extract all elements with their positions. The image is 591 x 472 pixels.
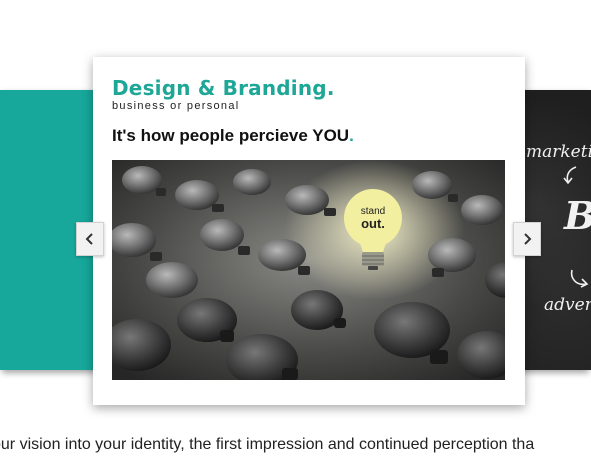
chalk-text-advert: advert [544,295,591,315]
tagline-text: It's how people percieve YOU [112,126,350,145]
slider-next-button[interactable] [513,222,541,256]
chalk-text-marketing: marketing [526,142,591,162]
chalk-text-brand: Bra [564,193,591,238]
bulb-text-out: out. [361,216,385,231]
intro-paragraph: our vision into your identity, the first… [0,436,535,453]
card-tagline: It's how people percieve YOU. [112,126,354,146]
card-title: Design & Branding. [112,76,335,100]
lightbulb-illustration: stand out. [112,160,505,380]
tagline-dot: . [349,126,354,145]
lightbulb-image: stand out. [112,160,505,380]
chalk-arrow-curve-icon [570,269,589,288]
card-subtitle: business or personal [112,100,240,112]
slide-card[interactable]: Design & Branding. business or personal … [93,57,525,405]
slider-prev-button[interactable] [76,222,104,256]
chalk-arrow-icon [563,166,577,185]
chevron-right-icon [524,233,532,245]
chevron-left-icon [85,233,93,245]
